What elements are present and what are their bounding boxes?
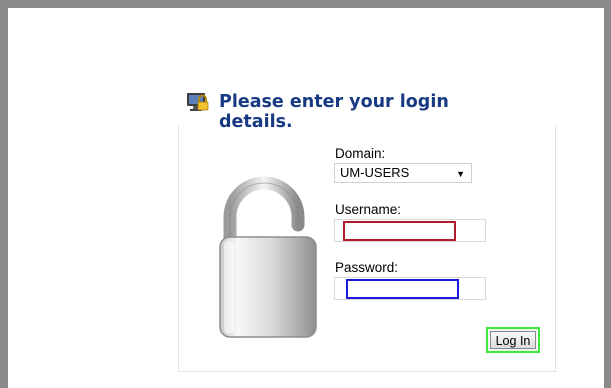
domain-select-value: UM-USERS <box>340 165 410 180</box>
username-highlight <box>343 221 456 241</box>
username-label: Username: <box>335 202 402 217</box>
login-button-label: Log In <box>490 331 536 349</box>
login-button[interactable]: Log In <box>486 327 540 353</box>
domain-label: Domain: <box>335 146 386 161</box>
password-highlight <box>346 279 459 299</box>
password-label: Password: <box>335 260 399 275</box>
chevron-down-icon: ▼ <box>456 169 465 179</box>
page-title: Please enter your login details. <box>219 92 449 132</box>
padlock-icon <box>219 176 317 338</box>
domain-select[interactable]: UM-USERS ▼ <box>334 163 472 183</box>
monitor-lock-icon <box>187 93 209 111</box>
